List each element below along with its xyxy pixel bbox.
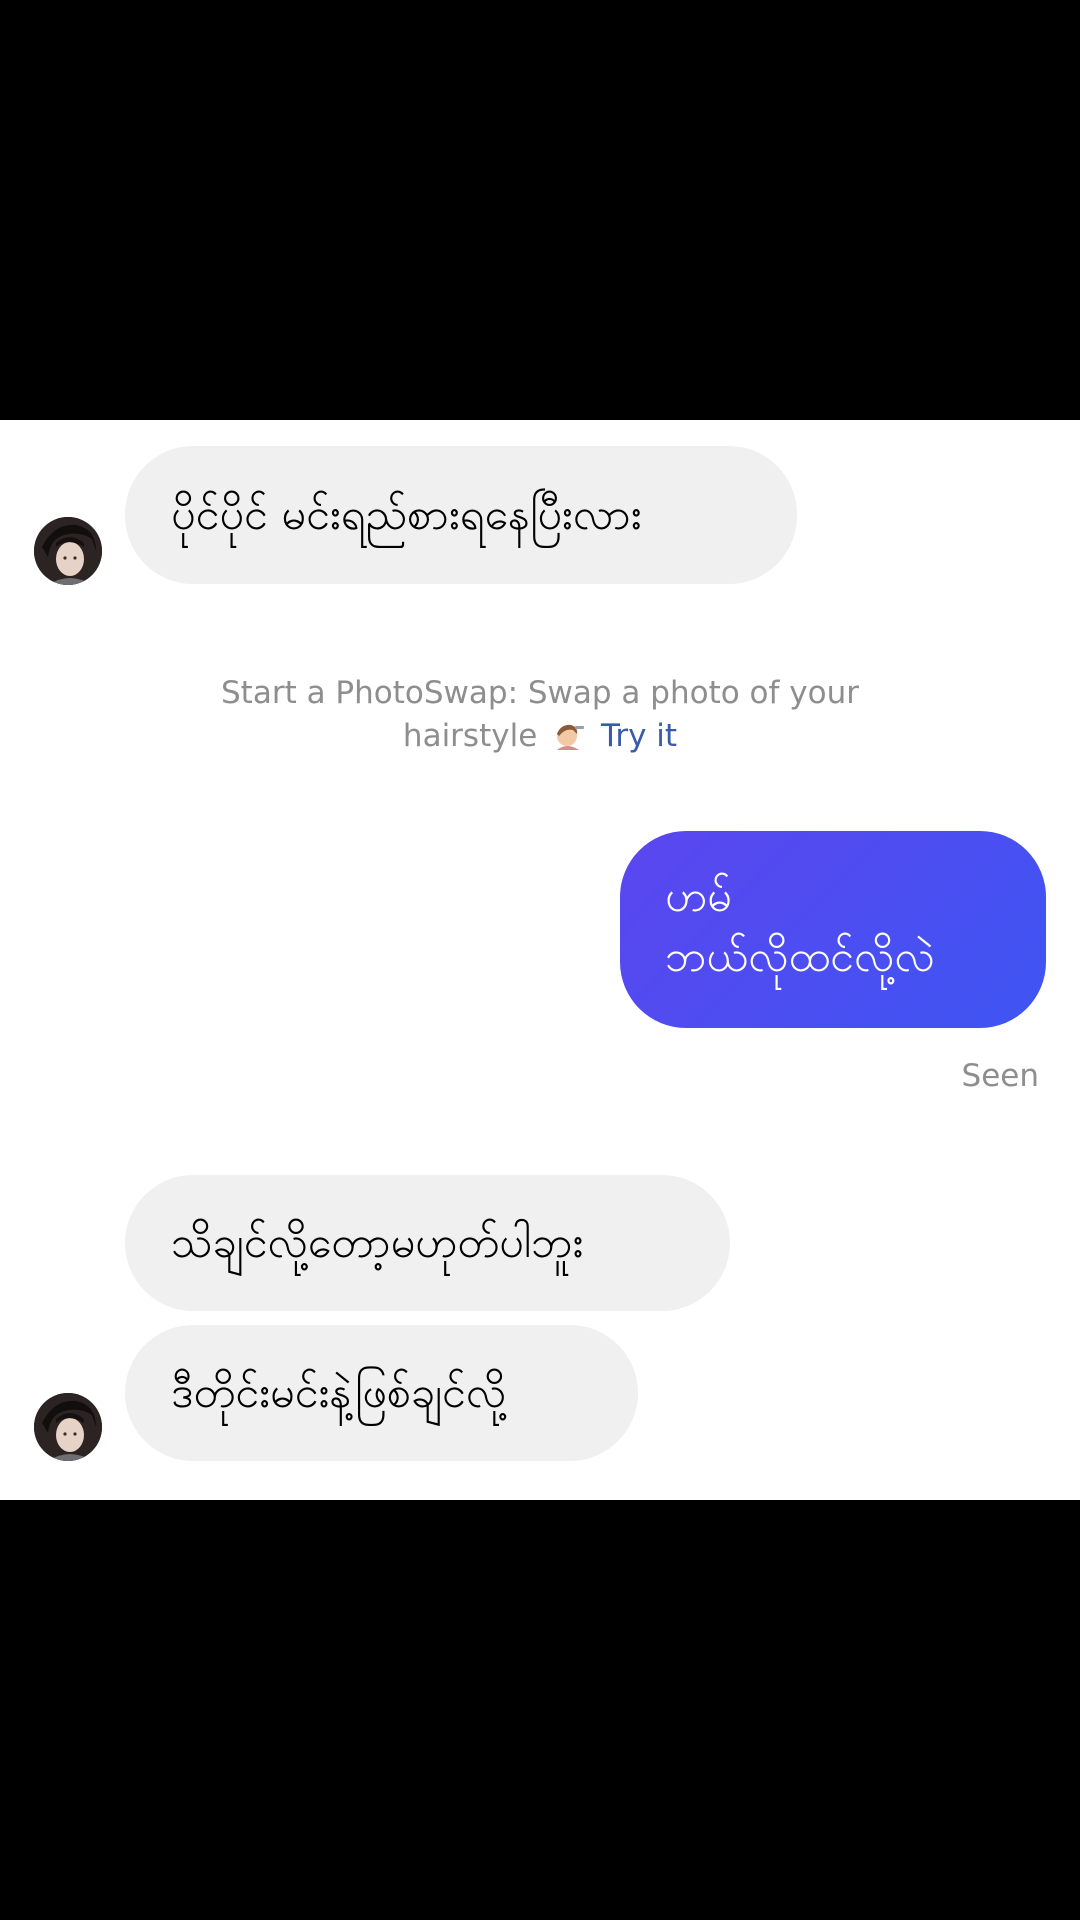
prompt-line-2: hairstyle Try it <box>0 715 1080 758</box>
message-text-line-1: ဟမ် <box>665 872 732 922</box>
chat-thread[interactable]: ပိုင်ပိုင် မင်းရည်စားရနေပြီးလား Start a … <box>0 420 1080 1500</box>
seen-status: Seen <box>961 1058 1039 1094</box>
contact-avatar[interactable] <box>34 517 102 585</box>
incoming-message-bubble[interactable]: သိချင်လို့တော့မဟုတ်ပါဘူး <box>125 1175 730 1311</box>
avatar-photo-icon <box>34 517 102 585</box>
haircut-person-icon <box>553 720 585 752</box>
incoming-message-bubble[interactable]: ပိုင်ပိုင် မင်းရည်စားရနေပြီးလား <box>125 446 797 584</box>
message-text-line-2: ဘယ်လိုထင်လို့လဲ <box>665 932 935 982</box>
message-text: သိချင်လို့တော့မဟုတ်ပါဘူး <box>171 1218 584 1268</box>
screen: ပိုင်ပိုင် မင်းရည်စားရနေပြီးလား Start a … <box>0 0 1080 1920</box>
contact-avatar[interactable] <box>34 1393 102 1461</box>
outgoing-message-bubble[interactable]: ဟမ် ဘယ်လိုထင်လို့လဲ <box>620 831 1046 1028</box>
try-it-link[interactable]: Try it <box>601 718 677 754</box>
incoming-message-bubble[interactable]: ဒီတိုင်းမင်းနဲ့ဖြစ်ချင်လို့ <box>125 1325 638 1461</box>
photoswap-prompt: Start a PhotoSwap: Swap a photo of your … <box>0 672 1080 758</box>
prompt-line-1: Start a PhotoSwap: Swap a photo of your <box>221 675 859 711</box>
message-text: ပိုင်ပိုင် မင်းရည်စားရနေပြီးလား <box>171 490 642 540</box>
message-text: ဒီတိုင်းမင်းနဲ့ဖြစ်ချင်လို့ <box>171 1368 507 1418</box>
avatar-photo-icon <box>34 1393 102 1461</box>
prompt-hairstyle-text: hairstyle <box>402 718 538 754</box>
